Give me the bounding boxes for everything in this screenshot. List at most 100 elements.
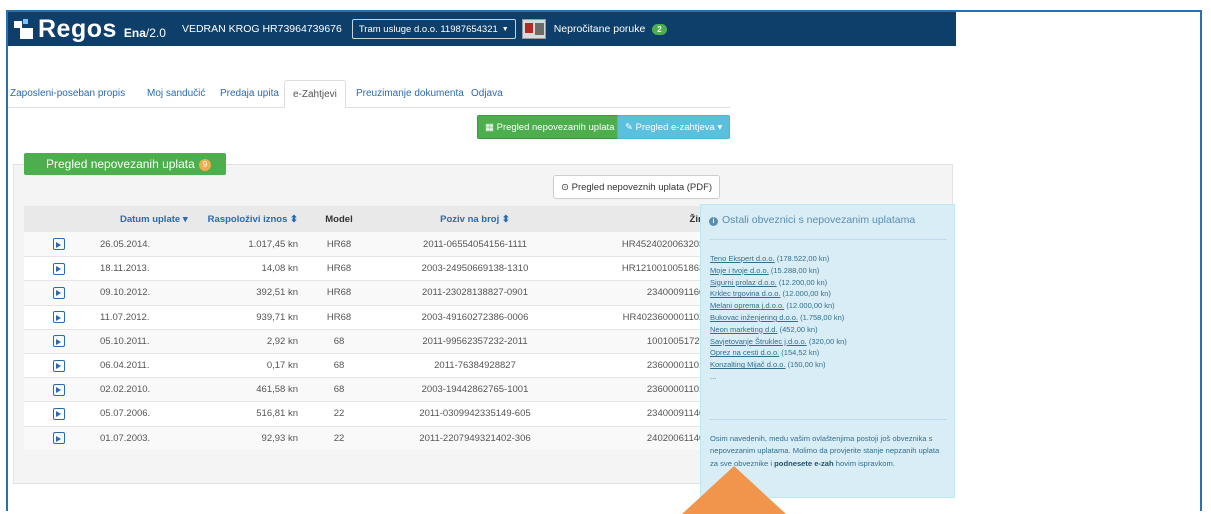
payer-link[interactable]: Neon marketing d.d.: [710, 325, 778, 334]
cell-model: 68: [333, 360, 345, 372]
cell-poziv: 2003-24950669138-1310: [421, 263, 529, 275]
unread-count-badge: 2: [652, 24, 667, 35]
cell-datum: 18.11.2013.: [100, 263, 150, 275]
payer-link[interactable]: Melani oprema j.d.o.o.: [710, 301, 784, 310]
payer-link[interactable]: Moje i tvoje d.o.o.: [710, 266, 769, 275]
chevron-down-icon: ▾: [717, 122, 723, 133]
table-row: 01.07.2003. 92,93 kn 22 2011-2207949321402-…: [24, 425, 736, 450]
header-model: Model: [325, 213, 353, 225]
cell-poziv: 2011-06554054156-1111: [423, 238, 527, 250]
cell-poziv: 2011-23028138827-0901: [421, 287, 528, 299]
brand-name: Regos: [38, 14, 117, 43]
payer-amount: (12.000,00 kn): [782, 289, 831, 299]
unlinked-payments-label: Pregled nepovezanih uplata: [496, 122, 615, 133]
row-action-cell: [24, 432, 94, 445]
link-payment-icon[interactable]: [53, 407, 65, 420]
sort-desc-icon: ▾: [182, 213, 188, 225]
messages-icon[interactable]: [521, 19, 546, 39]
list-item: Moje i tvoje d.o.o. (15.288,00 kn): [710, 265, 847, 277]
list-item: Neon marketing d.d. (452,00 kn): [710, 324, 847, 336]
logo-icon: [14, 19, 34, 39]
unread-messages-link[interactable]: Nepročitane poruke 2: [554, 23, 667, 35]
payer-link[interactable]: Oprez na cesti d.o.o.: [710, 348, 779, 357]
row-action-cell: [24, 262, 94, 275]
tab-moj-sanducic[interactable]: Moj sandučić: [147, 80, 205, 108]
payer-amount: (1.758,00 kn): [800, 312, 845, 322]
requests-dropdown-button[interactable]: ✎ Pregled e-zahtjeva ▾: [617, 115, 731, 139]
row-action-cell: [24, 311, 94, 324]
row-action-cell: [24, 238, 94, 251]
link-payment-icon[interactable]: [53, 383, 65, 396]
link-payment-icon[interactable]: [53, 311, 65, 324]
cell-model: HR68: [326, 238, 352, 250]
link-payment-icon[interactable]: [53, 286, 65, 299]
table-row: 06.04.2011. 0,17 kn 68 2011-76384928827 2360…: [24, 352, 736, 377]
chevron-down-icon: ▼: [501, 25, 509, 33]
other-payers-list: Teno Ekspert d.o.o. (178.522,00 kn) Moje …: [710, 253, 847, 383]
payer-link[interactable]: Teno Ekspert d.o.o.: [710, 254, 775, 263]
cell-model: HR68: [326, 263, 352, 275]
link-payment-icon[interactable]: [53, 262, 65, 275]
unread-messages-label: Nepročitane poruke: [553, 23, 646, 35]
edit-icon: ✎: [625, 122, 633, 133]
cell-iznos: 92,93 kn: [261, 432, 298, 444]
sort-icon: ⬍: [290, 213, 298, 225]
requests-dropdown-label: Pregled e-zahtjeva: [635, 122, 715, 133]
payer-link[interactable]: Konzalting Mijač d.o.o.: [710, 360, 785, 369]
list-item: Oprez na cesti d.o.o. (154,52 kn): [710, 347, 847, 359]
pdf-button[interactable]: ⊙ Pregled nepoveznih uplata (PDF): [553, 175, 721, 199]
list-ellipsis: ...: [710, 371, 717, 381]
cell-model: 22: [333, 432, 345, 444]
payer-link[interactable]: Krklec trgovina d.o.o.: [710, 289, 780, 298]
link-payment-icon[interactable]: [53, 238, 65, 251]
tab-e-zahtjevi[interactable]: e-Zahtjevi: [284, 80, 346, 108]
link-payment-icon[interactable]: [53, 335, 65, 348]
header-iznos[interactable]: Raspoloživi iznos ⬍: [194, 214, 306, 225]
header-datum[interactable]: Datum uplate ▾: [94, 214, 194, 225]
list-item: Konzalting Mijač d.o.o. (150,00 kn): [710, 359, 847, 371]
brand-version: Ena/2.0: [123, 25, 166, 40]
company-select[interactable]: Tram usluge d.o.o. 11987654321 ▼: [351, 19, 516, 39]
cell-iznos: 392,51 kn: [256, 287, 298, 299]
tab-odjava[interactable]: Odjava: [471, 80, 503, 108]
payer-amount: (320,00 kn): [808, 336, 847, 346]
cell-iznos: 939,71 kn: [256, 311, 298, 323]
payer-amount: (15.288,00 kn): [770, 265, 820, 275]
sort-icon: ⬍: [501, 213, 510, 225]
payer-link[interactable]: Bukovac inženjering d.o.o.: [710, 313, 798, 322]
cell-poziv: 2011-0309942335149-605: [419, 408, 531, 420]
table-row: 26.05.2014. 1.017,45 kn HR68 2011-065540541…: [24, 232, 736, 257]
cell-model: 68: [333, 384, 345, 396]
list-item: Bukovac inženjering d.o.o. (1.758,00 kn): [710, 312, 847, 324]
pdf-button-label: Pregled nepoveznih uplata (PDF): [571, 182, 713, 193]
brand-logo[interactable]: Regos Ena/2.0: [14, 14, 166, 43]
list-item: Savjetovanje Štruklec j.d.o.o. (320,00 k…: [710, 336, 847, 348]
payer-link[interactable]: Savjetovanje Štruklec j.d.o.o.: [710, 337, 807, 346]
link-payment-icon[interactable]: [53, 432, 65, 445]
window-frame-right: [1200, 10, 1202, 511]
tab-predaja-upita[interactable]: Predaja upita: [220, 80, 279, 108]
info-icon: i: [709, 217, 718, 226]
list-item: Sigurni prolaz d.o.o. (12.200,00 kn): [710, 277, 847, 289]
cell-datum: 01.07.2003.: [100, 432, 151, 444]
payer-amount: (12.200,00 kn): [778, 277, 828, 287]
row-action-cell: [24, 335, 94, 348]
divider: [709, 419, 947, 420]
cell-datum: 05.07.2006.: [100, 408, 151, 420]
cell-iznos: 461,58 kn: [256, 384, 298, 396]
header-poziv[interactable]: Poziv na broj ⬍: [372, 214, 578, 225]
cell-iznos: 1.017,45 kn: [248, 238, 298, 250]
main-tabs: Zaposleni-poseban propis Moj sandučić Pr…: [8, 80, 730, 108]
tab-preuzimanje-dokumenta[interactable]: Preuzimanje dokumenta: [356, 80, 464, 108]
cell-iznos: 0,17 kn: [266, 360, 298, 372]
cell-iznos: 14,08 kn: [261, 263, 298, 275]
unlinked-payments-button[interactable]: ▦ Pregled nepovezanih uplata: [477, 115, 623, 139]
link-payment-icon[interactable]: [53, 359, 65, 372]
table-row: 18.11.2013. 14,08 kn HR68 2003-24950669138-…: [24, 256, 736, 280]
tab-zaposleni[interactable]: Zaposleni-poseban propis: [10, 80, 125, 108]
payments-table: Datum uplate ▾ Raspoloživi iznos ⬍ Model…: [24, 206, 736, 450]
table-row: 11.07.2012. 939,71 kn HR68 2003-49160272386…: [24, 304, 736, 329]
table-icon: ▦: [485, 122, 494, 133]
payer-link[interactable]: Sigurni prolaz d.o.o.: [710, 278, 777, 287]
cell-datum: 05.10.2011.: [100, 335, 150, 347]
